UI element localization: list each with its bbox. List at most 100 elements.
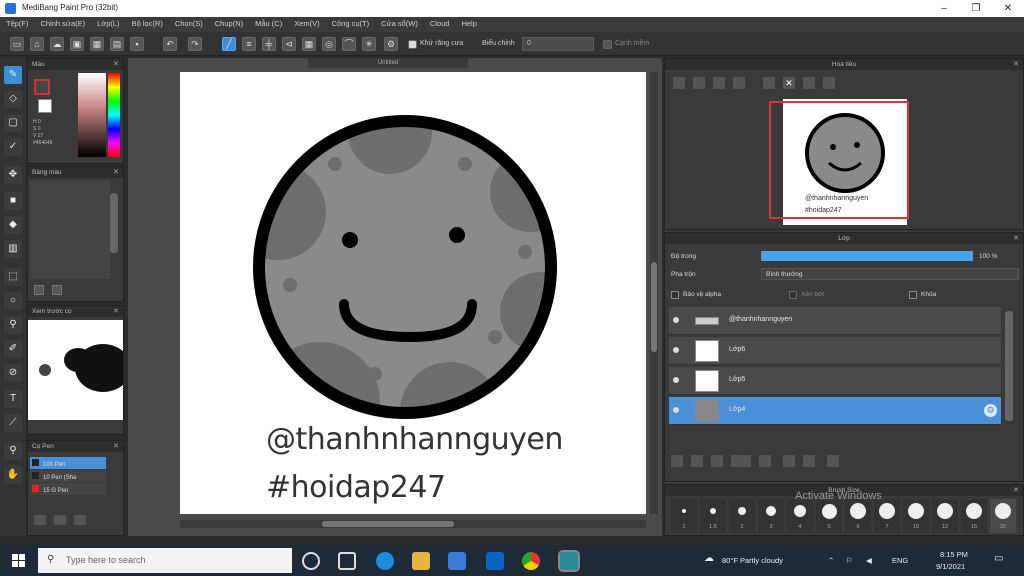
select-pen-icon[interactable]: ✐ [4, 340, 22, 358]
zoom-out-icon[interactable] [693, 77, 705, 89]
brush-size-option[interactable]: 6 [845, 499, 871, 533]
snap-circle-icon[interactable]: ◎ [322, 37, 336, 51]
horizontal-scroll-thumb[interactable] [322, 521, 454, 527]
secondary-color-swatch[interactable] [38, 99, 52, 113]
fill-tool-icon[interactable]: ◆ [4, 216, 22, 234]
store-icon[interactable] [448, 552, 466, 570]
menu-tools[interactable]: Công cụ(T) [326, 17, 376, 30]
panel-close-icon[interactable]: ✕ [1013, 234, 1019, 242]
task-view-icon[interactable] [338, 552, 356, 570]
panel-close-icon[interactable]: ✕ [1013, 60, 1019, 68]
snap-curve-icon[interactable]: ⌒ [342, 37, 356, 51]
lock-checkbox[interactable] [909, 291, 917, 299]
redo-icon[interactable]: ↷ [188, 37, 202, 51]
dot-tool-icon[interactable]: ▢ [4, 114, 22, 132]
medibang-icon[interactable] [558, 550, 580, 572]
edge-icon[interactable] [376, 552, 394, 570]
actual-size-icon[interactable] [733, 77, 745, 89]
saturation-field[interactable] [78, 73, 106, 157]
brush-size-option[interactable]: 10 [903, 499, 929, 533]
volume-icon[interactable]: ◀ [866, 556, 872, 565]
home-icon[interactable]: ⌂ [30, 37, 44, 51]
brush-size-option[interactable]: 1 [671, 499, 697, 533]
rotate-right-icon[interactable] [803, 77, 815, 89]
snap-cross-icon[interactable]: ╪ [262, 37, 276, 51]
weather-text[interactable]: 80°F Partly cloudy [722, 556, 783, 565]
save-icon[interactable]: ▪ [130, 37, 144, 51]
notifications-icon[interactable]: ▭ [994, 553, 1003, 564]
windows-start-icon[interactable] [12, 554, 25, 567]
menu-view[interactable]: Xem(V) [288, 17, 325, 30]
blend-select[interactable]: Bình thường [761, 268, 1019, 280]
menu-snap[interactable]: Chụp(N) [209, 17, 249, 30]
menu-edit[interactable]: Chỉnh sửa(E) [35, 17, 92, 30]
delete-palette-icon[interactable] [52, 285, 62, 295]
pen-menu-icon[interactable] [74, 515, 86, 525]
layer-row[interactable]: Lớp6 [669, 337, 1001, 365]
brush-size-option[interactable]: 7 [874, 499, 900, 533]
pen-item[interactable]: 10 Pen (Sha [30, 470, 106, 482]
panel-close-icon[interactable]: ✕ [113, 168, 119, 176]
maximize-button[interactable]: ❐ [960, 0, 992, 17]
opacity-slider[interactable] [761, 251, 973, 261]
hand-tool-icon[interactable]: ✋ [4, 466, 22, 484]
delete-layer-icon[interactable] [827, 455, 839, 467]
menu-cloud[interactable]: Cloud [424, 17, 456, 30]
chrome-icon[interactable] [522, 552, 540, 570]
add-layer-menu-icon[interactable] [731, 455, 751, 467]
eraser-tool-icon[interactable]: ◇ [4, 90, 22, 108]
layer-settings-icon[interactable]: ⚙ [984, 404, 997, 417]
brush-size-option[interactable]: 3 [758, 499, 784, 533]
grid-icon[interactable]: ▦ [90, 37, 104, 51]
text-tool-icon[interactable]: T [4, 390, 22, 408]
vertical-scrollbar[interactable] [650, 72, 658, 514]
weather-icon[interactable]: ☁ [704, 553, 714, 564]
vertical-scroll-thumb[interactable] [651, 262, 657, 352]
duplicate-layer-icon[interactable] [783, 455, 795, 467]
eyedropper-icon[interactable]: ⟋ [4, 414, 22, 432]
lasso-tool-icon[interactable]: ○ [4, 292, 22, 310]
menu-window[interactable]: Cửa sổ(W) [375, 17, 424, 30]
canvas-tab[interactable]: Untitled [308, 58, 468, 68]
menu-layer[interactable]: Lớp(L) [91, 17, 125, 30]
hue-slider[interactable] [108, 73, 120, 157]
zoom-in-icon[interactable] [673, 77, 685, 89]
new-file-icon[interactable]: ▭ [10, 37, 24, 51]
rotate-left-icon[interactable] [763, 77, 775, 89]
navigator-thumbnail[interactable]: @thanhnhannguyen #hoidap247 [769, 99, 909, 225]
flip-icon[interactable] [823, 77, 835, 89]
visibility-icon[interactable] [673, 317, 679, 323]
soft-edge-checkbox[interactable] [603, 40, 612, 49]
magic-wand-icon[interactable]: ⚲ [4, 316, 22, 334]
move-tool-icon[interactable]: ✥ [4, 166, 22, 184]
protect-alpha-checkbox[interactable] [671, 291, 679, 299]
primary-color-swatch[interactable] [34, 79, 50, 95]
new-8bit-layer-icon[interactable] [711, 455, 723, 467]
reset-rotation-icon[interactable]: ✕ [783, 77, 795, 89]
panel-close-icon[interactable]: ✕ [113, 307, 119, 315]
add-palette-icon[interactable] [34, 285, 44, 295]
horizontal-scrollbar[interactable] [180, 520, 646, 528]
correction-select[interactable]: 0 [522, 37, 594, 51]
brush-tool-icon[interactable]: ✎ [4, 66, 22, 84]
taskbar-search-box[interactable]: ⚲ Type here to search [38, 548, 292, 573]
snap-off-icon[interactable]: ╱ [222, 37, 236, 51]
undo-icon[interactable]: ↶ [163, 37, 177, 51]
clipping-checkbox[interactable] [789, 291, 797, 299]
canvas-paper[interactable]: @thanhnhannguyen #hoidap247 [180, 72, 646, 514]
tray-chevron-icon[interactable]: ⌃ [828, 556, 834, 565]
snap-radial-icon[interactable]: ✳ [362, 37, 376, 51]
layer-row[interactable]: @thanhnhannguyen [669, 307, 1001, 335]
antialias-checkbox[interactable] [408, 40, 417, 49]
menu-select[interactable]: Chọn(S) [169, 17, 209, 30]
merge-down-icon[interactable] [803, 455, 815, 467]
layer-scrollbar[interactable] [1005, 311, 1013, 421]
add-pen-icon[interactable] [34, 515, 46, 525]
cloud-icon[interactable]: ☁ [50, 37, 64, 51]
rect-tool-icon[interactable]: ■ [4, 192, 22, 210]
gradient-tool-icon[interactable]: ▥ [4, 240, 22, 258]
navigator-view-frame[interactable] [769, 101, 909, 219]
brush-size-option[interactable]: 20 [990, 499, 1016, 533]
brush-size-option[interactable]: 4 [787, 499, 813, 533]
new-layer-icon[interactable] [671, 455, 683, 467]
